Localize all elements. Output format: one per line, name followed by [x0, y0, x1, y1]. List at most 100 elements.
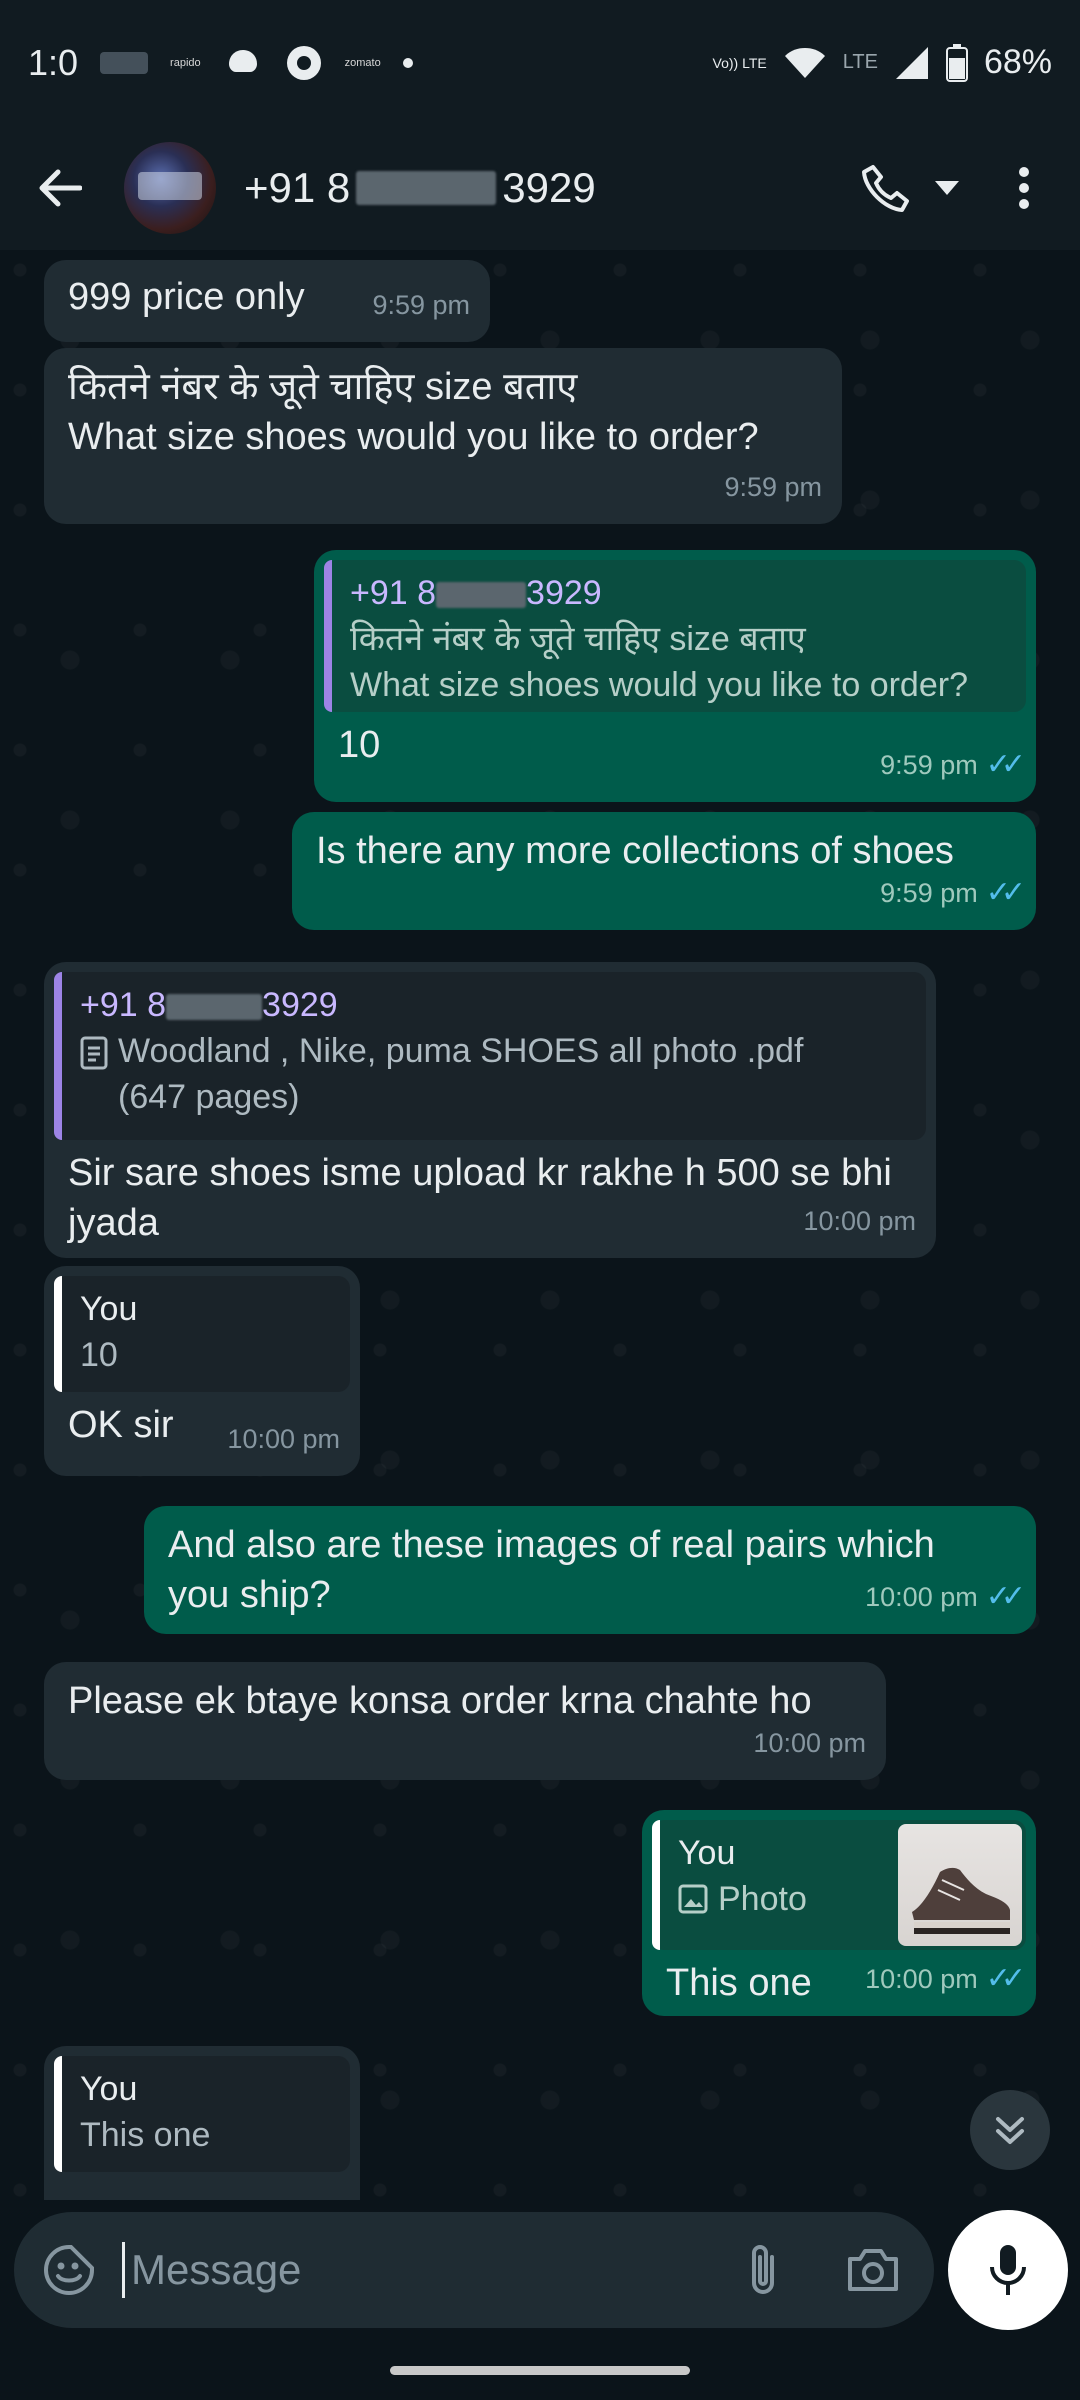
message-input[interactable]: [122, 2242, 728, 2298]
composer-bar: [0, 2200, 1080, 2340]
sticker-button[interactable]: [40, 2241, 98, 2299]
battery-icon: [945, 43, 968, 82]
read-receipt-icon: ✓✓: [985, 1580, 1026, 1613]
message-composer: [14, 2212, 934, 2328]
quoted-sender-prefix: +91 8: [350, 574, 437, 612]
phone-icon: [862, 164, 909, 212]
quoted-message[interactable]: You 10: [54, 1276, 350, 1392]
message-text: कितने नंबर के जूते चाहिए size बताए What …: [68, 366, 759, 458]
photo-icon: [678, 1884, 708, 1914]
attach-icon: [752, 2245, 774, 2294]
voice-message-button[interactable]: [948, 2210, 1068, 2330]
message-time: 9:59 pm ✓✓: [880, 740, 1026, 790]
message-text: Please ek btaye konsa order krna chahte …: [68, 1680, 812, 1722]
read-receipt-icon: ✓✓: [985, 1962, 1026, 1995]
contact-avatar[interactable]: [124, 141, 216, 234]
quoted-text: This one: [80, 2116, 211, 2154]
message-time: 10:00 pm ✓✓: [865, 1572, 1026, 1622]
gesture-handle[interactable]: [390, 2366, 690, 2375]
message-outgoing[interactable]: And also are these images of real pairs …: [144, 1506, 1036, 1634]
quoted-text: 10: [80, 1336, 118, 1374]
battery-percent: 68%: [983, 43, 1052, 81]
contact-name-prefix: +91 8: [244, 163, 351, 211]
navigation-bar: [0, 2340, 1080, 2400]
header-actions: [854, 156, 1056, 220]
back-button[interactable]: [24, 152, 96, 224]
quoted-text: कितने नंबर के जूते चाहिए size बताए What …: [350, 620, 968, 704]
quoted-message[interactable]: You Photo: [652, 1820, 1026, 1950]
camera-icon: [848, 2249, 898, 2291]
quoted-document: Woodland , Nike, puma SHOES all photo .p…: [80, 1028, 908, 1120]
message-time: 10:00 pm: [753, 1728, 866, 1758]
quoted-sender: You: [80, 2070, 138, 2108]
shoe-image: [912, 1867, 1010, 1934]
quoted-text: Photo: [718, 1880, 807, 1918]
status-left: 1:0 rapido zomato: [28, 42, 413, 84]
time-redaction: [100, 51, 149, 74]
message-time: 9:59 pm ✓✓: [880, 868, 1026, 918]
back-arrow-icon: [39, 169, 82, 206]
message-text: Sir sare shoes isme upload kr rakhe h 50…: [68, 1152, 903, 1244]
contact-name-redaction: [356, 170, 497, 205]
camera-button[interactable]: [838, 2235, 908, 2305]
quoted-sender-suffix: 3929: [526, 574, 602, 612]
mic-icon: [990, 2245, 1026, 2295]
quoted-sender-suffix: 3929: [262, 986, 338, 1024]
time-label: 10:00 pm: [865, 1582, 978, 1612]
quoted-message[interactable]: You This one: [54, 2056, 350, 2172]
contact-name-suffix: 3929: [502, 163, 596, 211]
message-time: 10:00 pm: [227, 1424, 340, 1454]
sticker-icon: [44, 2245, 94, 2295]
more-vert-icon: [1019, 166, 1029, 209]
quoted-sender: +91 8 3929: [350, 570, 1008, 616]
status-time: 1:0: [28, 41, 79, 83]
document-icon: [80, 1036, 108, 1070]
message-incoming[interactable]: +91 8 3929 Woodland , Nike, puma SHOES al…: [44, 962, 936, 1258]
dropdown-icon: [935, 180, 959, 195]
status-right: Vo)) LTE LTE 68%: [713, 43, 1052, 82]
attach-button[interactable]: [728, 2235, 798, 2305]
notification-app-icon: [228, 49, 257, 72]
notification-zomato: zomato: [344, 56, 381, 69]
contact-name[interactable]: +91 8 3929: [244, 164, 854, 212]
call-dropdown-button[interactable]: [932, 156, 962, 220]
message-outgoing[interactable]: You Photo This one 10:00 pm ✓✓: [642, 1810, 1036, 2016]
scroll-to-bottom-button[interactable]: [970, 2090, 1050, 2170]
quoted-sender-prefix: +91 8: [80, 986, 167, 1024]
quoted-message[interactable]: +91 8 3929 कितने नंबर के जूते चाहिए size …: [324, 560, 1026, 712]
message-outgoing[interactable]: +91 8 3929 कितने नंबर के जूते चाहिए size …: [314, 550, 1036, 802]
message-time: 9:59 pm: [372, 290, 470, 320]
lte-indicator: LTE: [842, 51, 878, 73]
message-incoming[interactable]: Please ek btaye konsa order krna chahte …: [44, 1662, 886, 1780]
time-label: 9:59 pm: [880, 878, 978, 908]
more-notifications-dot: [402, 57, 413, 68]
message-time: 9:59 pm: [724, 472, 822, 502]
quoted-sender: You: [80, 1290, 138, 1328]
message-time: 10:00 pm: [803, 1206, 916, 1236]
shoe-thumbnail[interactable]: [898, 1824, 1022, 1946]
wifi-icon: [784, 47, 825, 78]
quoted-sender-redaction: [436, 582, 527, 609]
message-incoming[interactable]: You This one: [44, 2046, 360, 2200]
quoted-sender-redaction: [166, 994, 263, 1021]
chat-area[interactable]: 999 price only 9:59 pm कितने नंबर के जूत…: [0, 250, 1080, 2200]
notification-chrome-icon: [286, 45, 321, 80]
notification-rapido: rapido: [170, 56, 201, 69]
quoted-sender: +91 8 3929: [80, 982, 908, 1028]
quoted-message[interactable]: +91 8 3929 Woodland , Nike, puma SHOES al…: [54, 972, 926, 1140]
message-time: 10:00 pm ✓✓: [865, 1954, 1026, 2004]
quoted-text: Woodland , Nike, puma SHOES all photo .p…: [118, 1032, 804, 1116]
status-bar: 1:0 rapido zomato Vo)) LTE LTE 68%: [0, 0, 1080, 125]
call-button[interactable]: [854, 156, 918, 220]
read-receipt-icon: ✓✓: [985, 876, 1026, 909]
message-incoming[interactable]: 999 price only 9:59 pm: [44, 260, 490, 342]
message-incoming[interactable]: You 10 OK sir 10:00 pm: [44, 1266, 360, 1476]
time-label: 9:59 pm: [880, 750, 978, 780]
double-chevron-down-icon: [996, 2117, 1024, 2144]
message-incoming[interactable]: कितने नंबर के जूते चाहिए size बताए What …: [44, 348, 842, 524]
read-receipt-icon: ✓✓: [985, 748, 1026, 781]
more-options-button[interactable]: [992, 156, 1056, 220]
chat-header: +91 8 3929: [0, 125, 1080, 250]
message-outgoing[interactable]: Is there any more collections of shoes 9…: [292, 812, 1036, 930]
volte-indicator: Vo)) LTE: [712, 54, 767, 71]
